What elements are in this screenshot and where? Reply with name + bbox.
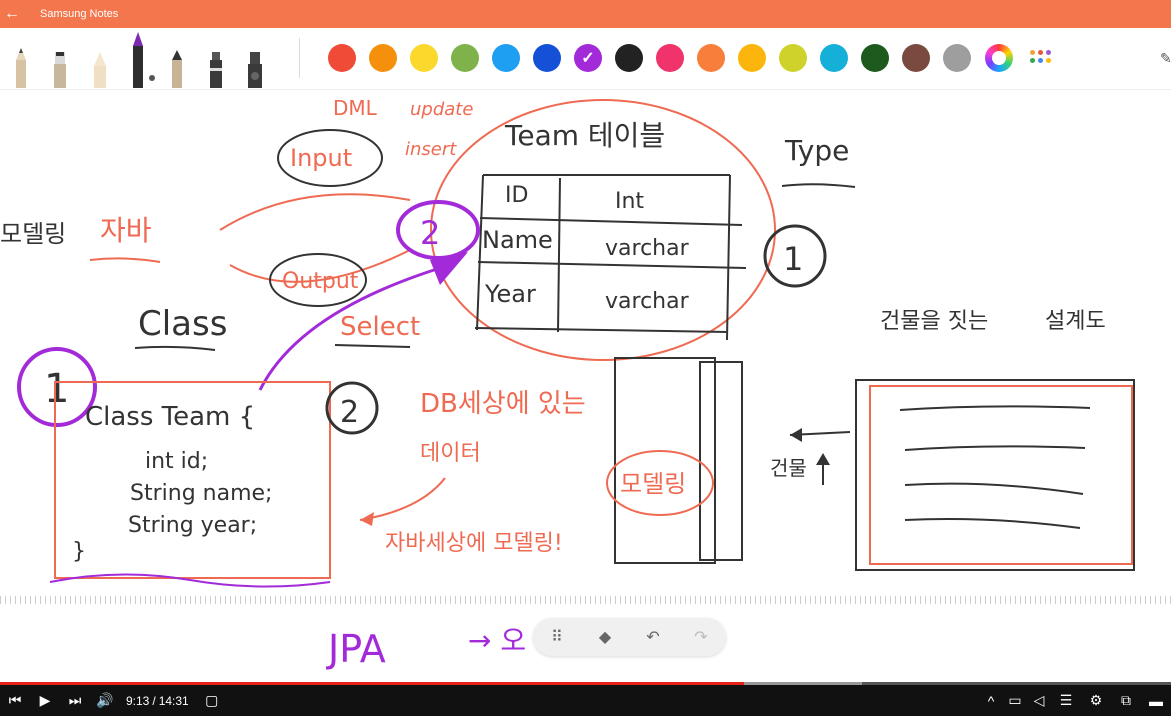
- next-icon[interactable]: ⏭: [60, 685, 90, 716]
- update-text: update: [410, 99, 473, 120]
- jpa-text: JPA: [326, 627, 386, 671]
- class-team-text: Class Team {: [85, 402, 255, 432]
- color-swatch[interactable]: [779, 44, 807, 72]
- varchar-cell-2: varchar: [605, 289, 690, 314]
- video-controls: ⏮ ▶ ⏭ 🔊 9:13 / 14:31 ▢ ^ ▭ ◁ ☰ ⚙ ⧉ ▬: [0, 685, 1171, 716]
- color-swatch[interactable]: [369, 44, 397, 72]
- color-swatch[interactable]: [451, 44, 479, 72]
- marker-tool[interactable]: [210, 52, 222, 88]
- toolbar-divider: [299, 38, 300, 78]
- svg-text:1: 1: [783, 240, 803, 278]
- theater-icon[interactable]: ▬: [1141, 685, 1171, 716]
- drag-handle-icon[interactable]: ⠿: [533, 618, 581, 656]
- color-swatch[interactable]: [492, 44, 520, 72]
- dml-text: DML: [333, 96, 378, 120]
- input-text: Input: [290, 144, 352, 172]
- class-text: Class: [138, 304, 227, 344]
- chevron-up-icon[interactable]: ^: [979, 685, 1003, 716]
- chapter-icon[interactable]: ▢: [197, 685, 227, 716]
- string-name-text: String name;: [130, 481, 272, 506]
- current-time: 9:13: [126, 693, 150, 708]
- building-up-text: 건물: [770, 456, 807, 480]
- speaker-icon[interactable]: ◁: [1027, 685, 1051, 716]
- app-title: Samsung Notes: [40, 8, 119, 20]
- eraser-icon[interactable]: ◆: [581, 618, 629, 656]
- color-swatch[interactable]: [902, 44, 930, 72]
- previous-icon[interactable]: ⏮: [0, 685, 30, 716]
- data-text: 데이터: [420, 441, 481, 466]
- pencil-tool[interactable]: [16, 48, 26, 88]
- note-canvas[interactable]: DML update insert Input Team 테이블 Type ID…: [0, 90, 1171, 682]
- color-swatch[interactable]: [943, 44, 971, 72]
- java-world-modeling-text: 자바세상에 모델링!: [385, 531, 563, 556]
- table-title: Team 테이블: [504, 119, 665, 152]
- db-world-text: DB세상에 있는: [420, 389, 586, 419]
- fountain-pen-tool[interactable]: [133, 32, 155, 88]
- modeling-text: 모델링: [0, 220, 66, 248]
- blueprint-text: 설계도: [1045, 309, 1106, 334]
- highlighter-tool[interactable]: [248, 52, 262, 88]
- select-text: Select: [340, 312, 420, 342]
- undo-icon[interactable]: ↶: [629, 618, 677, 656]
- floating-toolbar: ⠿ ◆ ↶ ↷: [533, 618, 726, 656]
- svg-text:2: 2: [340, 395, 359, 430]
- color-swatch[interactable]: [533, 44, 561, 72]
- svg-text:1: 1: [44, 366, 69, 412]
- color-swatch[interactable]: [410, 44, 438, 72]
- edit-pencil-icon[interactable]: ✎: [1160, 50, 1171, 67]
- name-cell: Name: [482, 226, 553, 254]
- calligraphy-pen-tool[interactable]: [172, 50, 182, 88]
- insert-text: insert: [405, 139, 457, 160]
- crayon-tool[interactable]: [94, 52, 106, 88]
- string-year-text: String year;: [128, 513, 257, 538]
- back-arrow-icon[interactable]: ←: [0, 0, 24, 28]
- brush-tool[interactable]: [54, 52, 66, 88]
- int-cell: Int: [615, 189, 644, 214]
- more-colors-icon[interactable]: [1030, 50, 1052, 66]
- settings-icon[interactable]: ⚙: [1081, 685, 1111, 716]
- year-cell: Year: [484, 280, 536, 308]
- volume-icon[interactable]: 🔊: [90, 685, 120, 716]
- color-swatch[interactable]: [328, 44, 356, 72]
- duration: 14:31: [158, 693, 189, 708]
- java-text: 자바: [100, 214, 152, 247]
- app-window: ← Samsung Notes ✓ ✎ DML update insert In…: [0, 0, 1171, 716]
- color-swatch[interactable]: [656, 44, 684, 72]
- output-text: Output: [282, 269, 359, 294]
- redo-icon[interactable]: ↷: [677, 618, 725, 656]
- type-text: Type: [784, 134, 849, 167]
- color-wheel-icon[interactable]: [985, 44, 1013, 72]
- building-text: 건물을 짓는: [880, 309, 988, 334]
- modeling-box-text: 모델링: [620, 470, 686, 498]
- title-bar: ← Samsung Notes: [0, 0, 1171, 28]
- color-swatch[interactable]: [820, 44, 848, 72]
- varchar-cell-1: varchar: [605, 236, 690, 261]
- subtitles-icon[interactable]: ▭: [1003, 685, 1027, 716]
- svg-text:2: 2: [420, 214, 440, 252]
- color-swatch[interactable]: [861, 44, 889, 72]
- color-swatch[interactable]: [615, 44, 643, 72]
- color-swatch[interactable]: [697, 44, 725, 72]
- color-swatch-selected[interactable]: ✓: [574, 44, 602, 72]
- time-separator: /: [152, 693, 156, 708]
- pen-toolbar: ✓ ✎: [0, 28, 1171, 90]
- miniplayer-icon[interactable]: ⧉: [1111, 685, 1141, 716]
- captions-icon[interactable]: ☰: [1051, 685, 1081, 716]
- arrow-o-text: → 오: [468, 624, 526, 657]
- close-brace-text: }: [72, 539, 86, 564]
- id-cell: ID: [505, 183, 528, 208]
- play-icon[interactable]: ▶: [30, 685, 60, 716]
- int-id-text: int id;: [145, 449, 208, 474]
- color-swatch[interactable]: [738, 44, 766, 72]
